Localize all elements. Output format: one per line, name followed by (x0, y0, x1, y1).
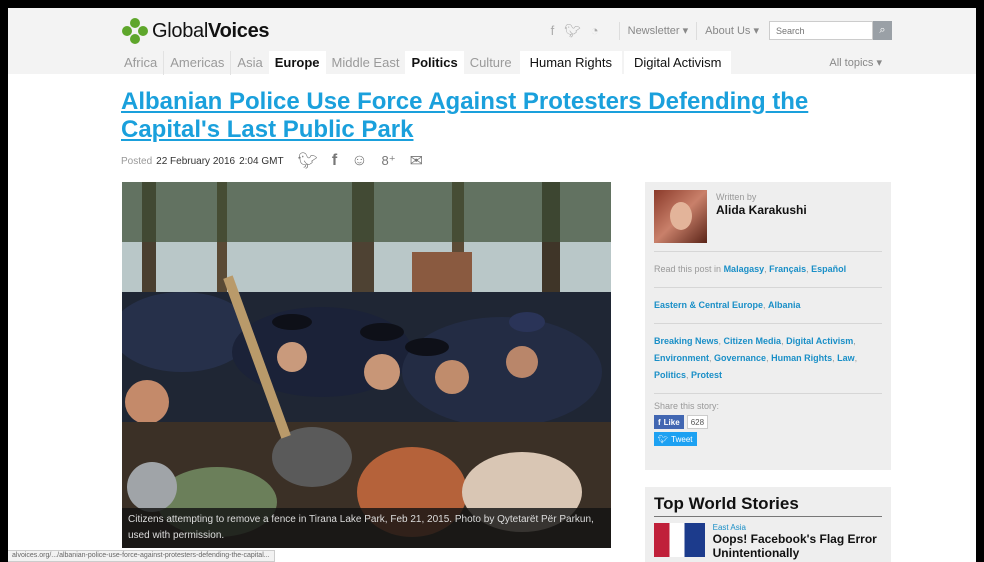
topic-link[interactable]: Breaking News (654, 336, 719, 346)
story-item[interactable]: East Asia Oops! Facebook's Flag Error Un… (654, 523, 882, 560)
globe-logo-icon (122, 18, 148, 44)
rss-icon[interactable]: ◔ (591, 23, 599, 39)
story-title[interactable]: Oops! Facebook's Flag Error Unintentiona… (713, 532, 882, 560)
browser-status-bar: alvoices.org/.../albanian-police-use-for… (8, 550, 275, 562)
facebook-like-widget: f Like 628 (654, 415, 882, 429)
like-count: 628 (686, 415, 709, 429)
search-box: ⌕ (769, 21, 892, 40)
like-label: Like (663, 417, 680, 427)
story-region[interactable]: East Asia (713, 523, 882, 532)
story-thumbnail[interactable] (654, 523, 705, 557)
post-meta: Posted 22 February 2016 2:04 GMT 🐦︎ f ☺ … (121, 151, 423, 171)
share-block: Share this story: f Like 628 🐦︎ Tweet (654, 394, 882, 446)
article-sidebar: Written by Alida Karakushi Read this pos… (645, 182, 891, 470)
topic-link[interactable]: Governance (714, 353, 766, 363)
lang-francais[interactable]: Français (769, 264, 806, 274)
lang-malagasy[interactable]: Malagasy (724, 264, 765, 274)
logo-wordmark: GlobalVoices (152, 19, 270, 43)
share-label: Share this story: (654, 401, 720, 411)
topic-nav: Africa Americas Asia Europe Middle East … (118, 51, 732, 75)
newsletter-dropdown[interactable]: Newsletter ▾ (628, 24, 689, 37)
nav-digital-activism[interactable]: Digital Activism (623, 51, 732, 75)
written-by-label: Written by (716, 192, 757, 202)
nav-middle-east[interactable]: Middle East (326, 51, 406, 75)
protest-photo-illustration (122, 182, 611, 548)
topic-link[interactable]: Digital Activism (786, 336, 853, 346)
author-name[interactable]: Alida Karakushi (716, 203, 807, 217)
photo-caption: Citizens attempting to remove a fence in… (122, 508, 611, 548)
all-topics-dropdown[interactable]: All topics ▾ (829, 56, 882, 69)
nav-culture[interactable]: Culture (464, 51, 518, 75)
top-world-stories: Top World Stories East Asia Oops! Facebo… (645, 487, 891, 562)
article-photo: Citizens attempting to remove a fence in… (122, 182, 611, 548)
avatar[interactable] (654, 190, 707, 243)
divider (618, 21, 620, 40)
browser-viewport: GlobalVoices f 🐦︎ ◔ Newsletter ▾ About U… (8, 8, 976, 562)
twitter-icon[interactable]: 🐦︎ (298, 151, 318, 171)
nav-politics[interactable]: Politics (405, 51, 464, 75)
divider (696, 21, 698, 40)
regions-block: Eastern & Central Europe, Albania (654, 288, 882, 324)
search-icon[interactable]: ⌕ (873, 21, 892, 40)
nav-africa[interactable]: Africa (118, 51, 165, 75)
twitter-icon: 🐦︎ (658, 434, 669, 444)
topic-link[interactable]: Politics (654, 370, 686, 380)
topic-link[interactable]: Citizen Media (724, 336, 782, 346)
tweet-label: Tweet (671, 434, 693, 444)
article-title[interactable]: Albanian Police Use Force Against Protes… (121, 88, 881, 144)
nav-asia[interactable]: Asia (231, 51, 268, 75)
read-in-label: Read this post in (654, 264, 722, 274)
site-logo[interactable]: GlobalVoices (122, 18, 270, 44)
region-link[interactable]: Albania (768, 300, 801, 310)
social-links: f 🐦︎ ◔ (551, 23, 599, 39)
region-link[interactable]: Eastern & Central Europe (654, 300, 763, 310)
site-header: GlobalVoices f 🐦︎ ◔ Newsletter ▾ About U… (8, 8, 976, 75)
share-icons: 🐦︎ f ☺ 8⁺ ✉ (298, 151, 423, 171)
email-icon[interactable]: ✉ (410, 151, 423, 171)
lang-espanol[interactable]: Español (811, 264, 846, 274)
author-box: Written by Alida Karakushi (654, 190, 882, 252)
facebook-icon[interactable]: f (332, 152, 337, 170)
top-world-heading: Top World Stories (654, 494, 882, 517)
nav-human-rights[interactable]: Human Rights (519, 51, 622, 75)
facebook-icon: f (658, 417, 661, 427)
logo-text-voices: Voices (208, 19, 270, 42)
nav-europe[interactable]: Europe (268, 51, 326, 75)
topic-link[interactable]: Protest (691, 370, 722, 380)
logo-text-global: Global (152, 19, 209, 42)
posted-time: 2:04 GMT (239, 155, 284, 167)
reddit-icon[interactable]: ☺ (351, 152, 367, 170)
facebook-like-button[interactable]: f Like (654, 415, 684, 429)
topic-link[interactable]: Environment (654, 353, 709, 363)
translations-block: Read this post in Malagasy, Français, Es… (654, 252, 882, 288)
twitter-icon[interactable]: 🐦︎ (564, 23, 581, 39)
google-plus-icon[interactable]: 8⁺ (382, 153, 396, 169)
topics-block: Breaking News, Citizen Media, Digital Ac… (654, 324, 882, 394)
search-input[interactable] (769, 21, 873, 40)
facebook-icon[interactable]: f (551, 23, 555, 39)
tweet-button[interactable]: 🐦︎ Tweet (654, 432, 697, 446)
posted-date: 22 February 2016 (156, 155, 236, 167)
header-utilities: f 🐦︎ ◔ Newsletter ▾ About Us ▾ ⌕ (551, 21, 892, 40)
posted-label: Posted (121, 155, 153, 167)
topic-link[interactable]: Human Rights (771, 353, 832, 363)
nav-americas[interactable]: Americas (164, 51, 232, 75)
topic-link[interactable]: Law (837, 353, 855, 363)
about-dropdown[interactable]: About Us ▾ (705, 24, 759, 37)
